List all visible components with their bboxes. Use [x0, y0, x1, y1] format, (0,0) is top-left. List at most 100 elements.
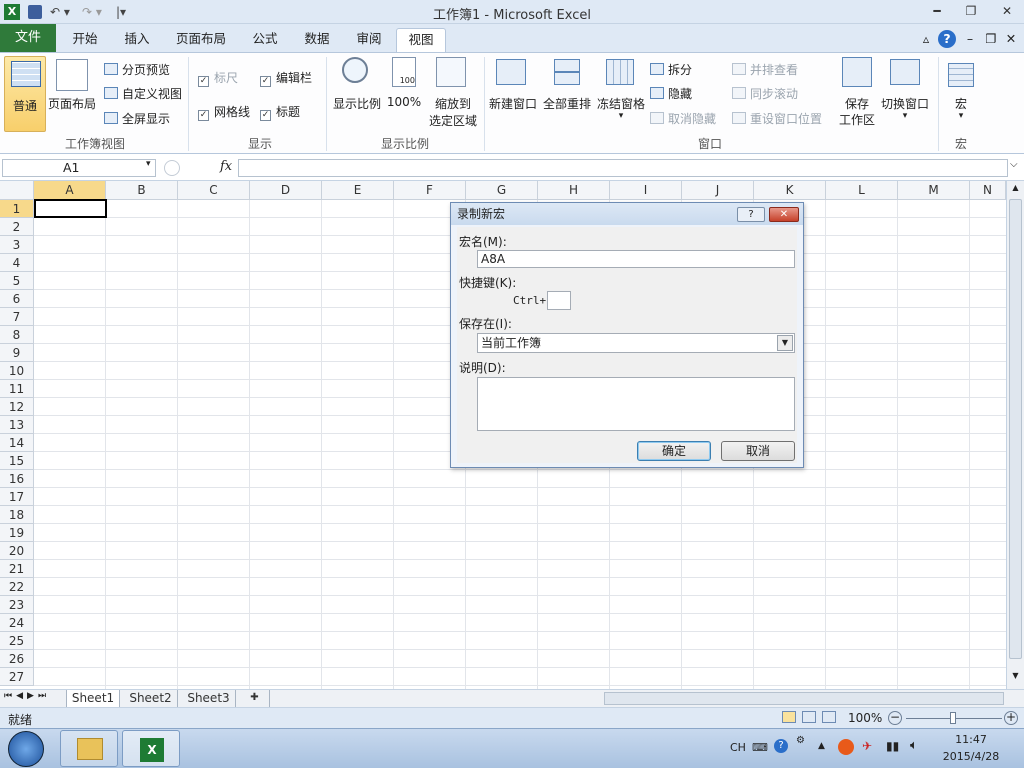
zoom-to-selection-line2[interactable]: 选定区域 — [428, 112, 478, 129]
zoom-button[interactable]: 显示比例 — [332, 95, 382, 112]
vertical-scroll-thumb[interactable] — [1009, 199, 1022, 659]
tab-formulas[interactable]: 公式 — [242, 28, 288, 52]
row-header-4[interactable]: 4 — [0, 254, 34, 272]
dialog-close-button[interactable]: ✕ — [769, 207, 799, 222]
ime-options-icon[interactable]: ⚙ — [796, 735, 805, 746]
column-header-m[interactable]: M — [898, 181, 970, 200]
insert-function-icon[interactable]: fx — [220, 159, 232, 174]
column-header-n[interactable]: N — [970, 181, 1006, 200]
row-header-14[interactable]: 14 — [0, 434, 34, 452]
tab-data[interactable]: 数据 — [294, 28, 340, 52]
row-header-25[interactable]: 25 — [0, 632, 34, 650]
ruler-checkbox[interactable]: ✓ 标尺 — [198, 69, 238, 87]
column-header-k[interactable]: K — [754, 181, 826, 200]
tab-review[interactable]: 审阅 — [346, 28, 392, 52]
switch-windows-dropdown-icon[interactable]: ▾ — [880, 111, 930, 121]
scroll-down-icon[interactable]: ▼ — [1009, 671, 1022, 685]
normal-view-status-icon[interactable] — [782, 711, 796, 723]
row-header-10[interactable]: 10 — [0, 362, 34, 380]
row-header-21[interactable]: 21 — [0, 560, 34, 578]
clock-date[interactable]: 2015/4/28 — [936, 750, 1006, 763]
reset-window-position-button[interactable]: 重设窗口位置 — [732, 110, 822, 127]
row-header-8[interactable]: 8 — [0, 326, 34, 344]
arrange-all-button[interactable]: 全部重排 — [542, 95, 592, 112]
macros-button[interactable]: 宏 — [946, 95, 976, 112]
column-header-g[interactable]: G — [466, 181, 538, 200]
keyboard-icon[interactable]: ⌨ — [752, 741, 768, 754]
sheet-tab-1[interactable]: Sheet1 — [66, 690, 120, 707]
horizontal-scrollbar[interactable] — [604, 692, 1004, 705]
full-screen-button[interactable]: 全屏显示 — [104, 110, 170, 127]
help-icon[interactable]: ? — [938, 30, 956, 48]
formula-input[interactable] — [238, 159, 1008, 177]
sheet-nav-arrows-icon[interactable]: ⏮◀▶⏭ — [4, 691, 50, 701]
sheet-tab-3[interactable]: Sheet3 — [182, 690, 236, 707]
row-header-13[interactable]: 13 — [0, 416, 34, 434]
row-header-17[interactable]: 17 — [0, 488, 34, 506]
chevron-down-icon[interactable]: ▼ — [777, 335, 793, 351]
tray-alert-icon[interactable]: ✈ — [862, 739, 872, 753]
zoom-out-icon[interactable]: − — [888, 711, 902, 725]
normal-view-button[interactable]: 普通 — [4, 56, 46, 132]
explorer-taskbar-button[interactable] — [60, 730, 118, 767]
doc-close-icon[interactable]: ✕ — [1004, 28, 1018, 52]
row-header-16[interactable]: 16 — [0, 470, 34, 488]
formula-bar-checkbox[interactable]: ✓ 编辑栏 — [260, 69, 312, 87]
row-header-1[interactable]: 1 — [0, 200, 34, 218]
row-header-20[interactable]: 20 — [0, 542, 34, 560]
dialog-help-button[interactable]: ? — [737, 207, 765, 222]
zoom-in-icon[interactable]: + — [1004, 711, 1018, 725]
zoom-to-selection-line1[interactable]: 缩放到 — [428, 95, 478, 112]
name-box-dropdown-icon[interactable]: ▾ — [146, 159, 151, 169]
row-header-26[interactable]: 26 — [0, 650, 34, 668]
column-header-d[interactable]: D — [250, 181, 322, 200]
column-header-e[interactable]: E — [322, 181, 394, 200]
insert-sheet-icon[interactable]: ✚ — [240, 690, 270, 707]
row-header-9[interactable]: 9 — [0, 344, 34, 362]
show-hidden-icons-icon[interactable]: ▲ — [818, 741, 825, 751]
unhide-button[interactable]: 取消隐藏 — [650, 110, 716, 127]
minimize-button[interactable]: ━ — [926, 2, 948, 20]
security-tray-icon[interactable] — [838, 739, 854, 755]
cancel-button[interactable]: 取消 — [721, 441, 795, 461]
store-macro-in-select[interactable]: 当前工作簿 ▼ — [477, 333, 795, 353]
row-header-2[interactable]: 2 — [0, 218, 34, 236]
zoom-level[interactable]: 100% — [848, 711, 882, 725]
gridlines-checkbox[interactable]: ✓ 网格线 — [198, 103, 250, 121]
tab-insert[interactable]: 插入 — [114, 28, 160, 52]
row-header-5[interactable]: 5 — [0, 272, 34, 290]
split-button[interactable]: 拆分 — [650, 61, 692, 78]
new-window-button[interactable]: 新建窗口 — [488, 95, 538, 112]
tab-file[interactable]: 文件 — [0, 24, 56, 52]
doc-restore-icon[interactable]: ❐ — [984, 28, 998, 52]
scroll-up-icon[interactable]: ▲ — [1009, 183, 1022, 197]
excel-taskbar-button[interactable]: X — [122, 730, 180, 767]
tab-view[interactable]: 视图 — [396, 28, 446, 52]
sheet-tab-2[interactable]: Sheet2 — [124, 690, 178, 707]
active-cell-a1[interactable] — [34, 199, 107, 218]
row-header-23[interactable]: 23 — [0, 596, 34, 614]
expand-handle-icon[interactable] — [164, 160, 180, 176]
column-header-c[interactable]: C — [178, 181, 250, 200]
tab-home[interactable]: 开始 — [62, 28, 108, 52]
row-header-7[interactable]: 7 — [0, 308, 34, 326]
row-header-24[interactable]: 24 — [0, 614, 34, 632]
column-header-l[interactable]: L — [826, 181, 898, 200]
clock-time[interactable]: 11:47 — [936, 733, 1006, 746]
volume-icon[interactable]: 🔈︎ — [910, 738, 918, 753]
restore-button[interactable]: ❐ — [960, 2, 982, 20]
row-header-27[interactable]: 27 — [0, 668, 34, 686]
freeze-panes-button[interactable]: 冻结窗格 — [596, 95, 646, 112]
zoom-slider-thumb[interactable] — [950, 712, 956, 724]
switch-windows-button[interactable]: 切换窗口 — [880, 95, 930, 112]
row-header-3[interactable]: 3 — [0, 236, 34, 254]
description-textarea[interactable] — [477, 377, 795, 431]
row-header-11[interactable]: 11 — [0, 380, 34, 398]
column-header-j[interactable]: J — [682, 181, 754, 200]
row-header-22[interactable]: 22 — [0, 578, 34, 596]
zoom-100-button[interactable]: 100% — [386, 95, 422, 109]
row-header-15[interactable]: 15 — [0, 452, 34, 470]
tab-page-layout[interactable]: 页面布局 — [168, 28, 234, 52]
macro-name-input[interactable]: A8A — [477, 250, 795, 268]
column-header-a[interactable]: A — [34, 181, 106, 200]
